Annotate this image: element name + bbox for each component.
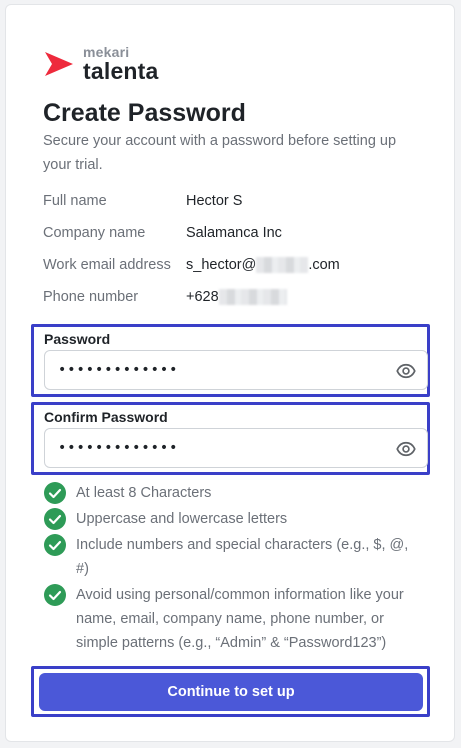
- confirm-password-input[interactable]: [58, 440, 378, 456]
- full-name-label: Full name: [43, 193, 107, 209]
- requirement-item: At least 8 Characters: [44, 481, 424, 505]
- company-value: Salamanca Inc: [186, 225, 282, 241]
- requirement-item: Avoid using personal/common information …: [44, 583, 424, 655]
- info-row-phone: Phone number +628: [43, 287, 287, 307]
- eye-icon[interactable]: [396, 361, 416, 381]
- redacted-phone-digits: [218, 289, 287, 305]
- continue-button[interactable]: Continue to set up: [39, 673, 423, 711]
- password-label: Password: [44, 331, 111, 347]
- requirement-text: At least 8 Characters: [76, 485, 212, 501]
- logo-brand-top: mekari: [83, 44, 130, 60]
- phone-prefix: +628: [186, 289, 219, 305]
- requirement-item: Uppercase and lowercase letters: [44, 507, 424, 531]
- full-name-value: Hector S: [186, 193, 243, 209]
- email-suffix: .com: [308, 257, 340, 273]
- password-input[interactable]: [58, 362, 378, 378]
- password-field[interactable]: [44, 350, 428, 390]
- confirm-password-field[interactable]: [44, 428, 428, 468]
- requirement-item: Include numbers and special characters (…: [44, 533, 424, 581]
- company-label: Company name: [43, 225, 146, 241]
- phone-label: Phone number: [43, 289, 139, 305]
- requirement-text: Include numbers and special characters (…: [76, 537, 409, 577]
- page-title: Create Password: [43, 99, 246, 127]
- email-value: s_hector@ .com: [186, 257, 340, 273]
- redacted-email-domain: [256, 257, 309, 273]
- info-row-full-name: Full name Hector S: [43, 191, 242, 211]
- requirement-text: Avoid using personal/common information …: [76, 587, 404, 651]
- email-prefix: s_hector@: [186, 257, 257, 273]
- check-circle-icon: [44, 534, 66, 556]
- eye-icon[interactable]: [396, 439, 416, 459]
- check-circle-icon: [44, 482, 66, 504]
- info-row-email: Work email address s_hector@ .com: [43, 255, 340, 275]
- signup-card: mekari talenta Create Password Secure yo…: [5, 4, 455, 742]
- requirement-text: Uppercase and lowercase letters: [76, 511, 288, 527]
- check-circle-icon: [44, 508, 66, 530]
- page-subtitle: Secure your account with a password befo…: [43, 133, 397, 173]
- talenta-logo-icon: [45, 52, 73, 76]
- info-row-company: Company name Salamanca Inc: [43, 223, 282, 243]
- mekari-talenta-logo: mekari talenta: [43, 45, 159, 83]
- phone-value: +628: [186, 289, 287, 305]
- logo-brand-name: talenta: [83, 58, 159, 84]
- check-circle-icon: [44, 584, 66, 606]
- confirm-password-label: Confirm Password: [44, 409, 168, 425]
- email-label: Work email address: [43, 257, 171, 273]
